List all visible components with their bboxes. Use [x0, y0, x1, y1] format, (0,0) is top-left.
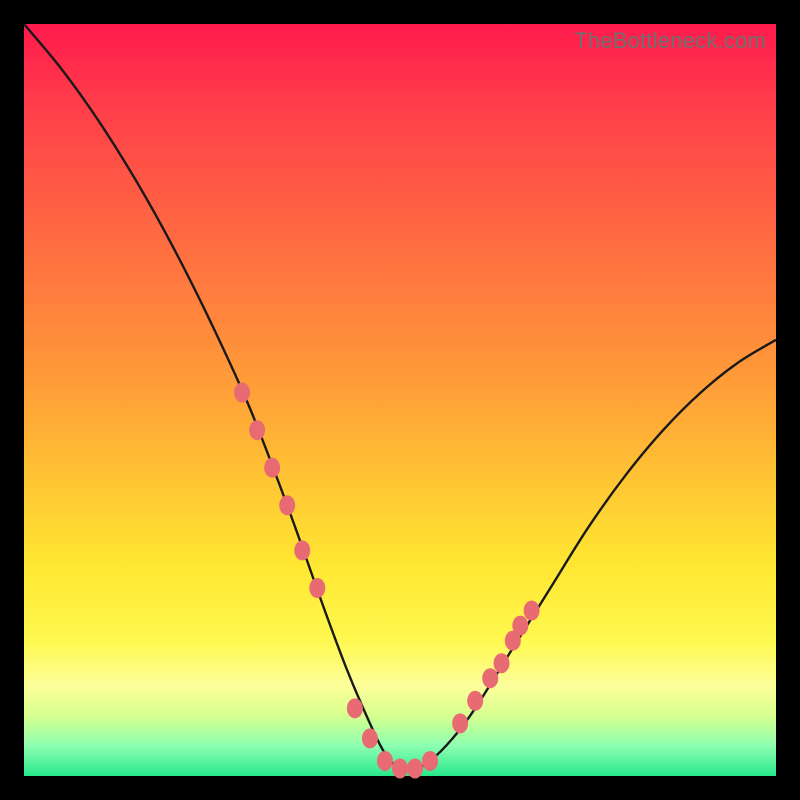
- marker-point: [234, 382, 250, 402]
- curve-svg: [24, 24, 776, 776]
- bottleneck-curve: [24, 24, 776, 770]
- marker-point: [524, 601, 540, 621]
- marker-point: [392, 758, 408, 778]
- marker-point: [482, 668, 498, 688]
- marker-point: [362, 728, 378, 748]
- marker-point: [309, 578, 325, 598]
- marker-point: [512, 616, 528, 636]
- marker-point: [377, 751, 393, 771]
- marker-point: [407, 758, 423, 778]
- marker-point: [294, 540, 310, 560]
- marker-point: [494, 653, 510, 673]
- marker-point: [422, 751, 438, 771]
- marker-point: [264, 458, 280, 478]
- marker-point: [467, 691, 483, 711]
- marker-group: [234, 382, 540, 778]
- chart-plot-area: TheBottleneck.com: [24, 24, 776, 776]
- marker-point: [347, 698, 363, 718]
- marker-point: [249, 420, 265, 440]
- chart-frame: TheBottleneck.com: [0, 0, 800, 800]
- marker-point: [279, 495, 295, 515]
- marker-point: [452, 713, 468, 733]
